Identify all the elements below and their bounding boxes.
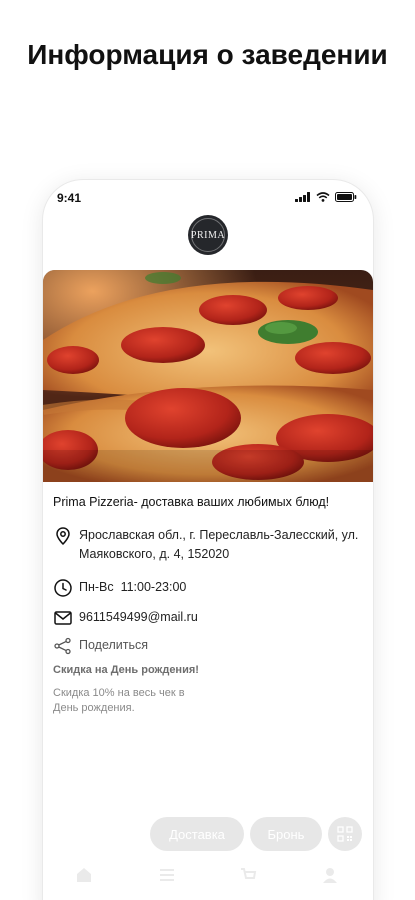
- signal-icon: [295, 192, 310, 202]
- address-row[interactable]: Ярославская обл., г. Переславль-Залесски…: [53, 526, 365, 564]
- clock-icon: [54, 579, 72, 597]
- phone-frame: 9:41 PRIMA Prima Pizzeria- доставка ваши…: [43, 180, 373, 900]
- home-icon[interactable]: [75, 866, 93, 884]
- battery-icon: [335, 192, 357, 202]
- share-button[interactable]: Поделиться: [53, 636, 365, 656]
- mail-icon: [54, 611, 72, 625]
- share-icon: [54, 637, 71, 655]
- delivery-button[interactable]: Доставка: [150, 817, 244, 851]
- status-bar: 9:41: [43, 180, 373, 216]
- venue-email: 9611549499@mail.ru: [79, 610, 198, 624]
- logo-text: PRIMA: [190, 229, 226, 241]
- status-time: 9:41: [57, 191, 82, 205]
- wifi-icon: [316, 192, 330, 202]
- promo-title: Скидка на День рождения!: [53, 664, 199, 676]
- map-pin-icon: [56, 527, 70, 546]
- menu-icon[interactable]: [158, 866, 176, 884]
- tab-bar: [43, 862, 373, 892]
- venue-address: Ярославская обл., г. Переславль-Залесски…: [79, 528, 359, 561]
- qr-code-button[interactable]: [328, 817, 362, 851]
- pizza-photo: [43, 270, 373, 482]
- profile-icon[interactable]: [321, 866, 339, 884]
- share-label: Поделиться: [79, 638, 149, 652]
- qr-code-icon: [337, 826, 353, 842]
- promo-headline: Информация о заведении: [27, 39, 388, 70]
- promo-description: Скидка 10% на весь чек в День рождения.: [53, 687, 185, 714]
- hours-row: Пн-Вс 11:00-23:00: [53, 578, 365, 598]
- booking-button[interactable]: Бронь: [250, 817, 322, 851]
- venue-logo: PRIMA: [188, 215, 228, 255]
- status-icons: [295, 192, 357, 202]
- screen: Информация о заведении 9:41 PRIMA Prima …: [0, 0, 415, 900]
- cart-icon[interactable]: [239, 866, 257, 884]
- email-row[interactable]: 9611549499@mail.ru: [53, 608, 365, 628]
- venue-tagline: Prima Pizzeria- доставка ваших любимых б…: [53, 495, 330, 509]
- venue-hours: Пн-Вс 11:00-23:00: [79, 580, 187, 594]
